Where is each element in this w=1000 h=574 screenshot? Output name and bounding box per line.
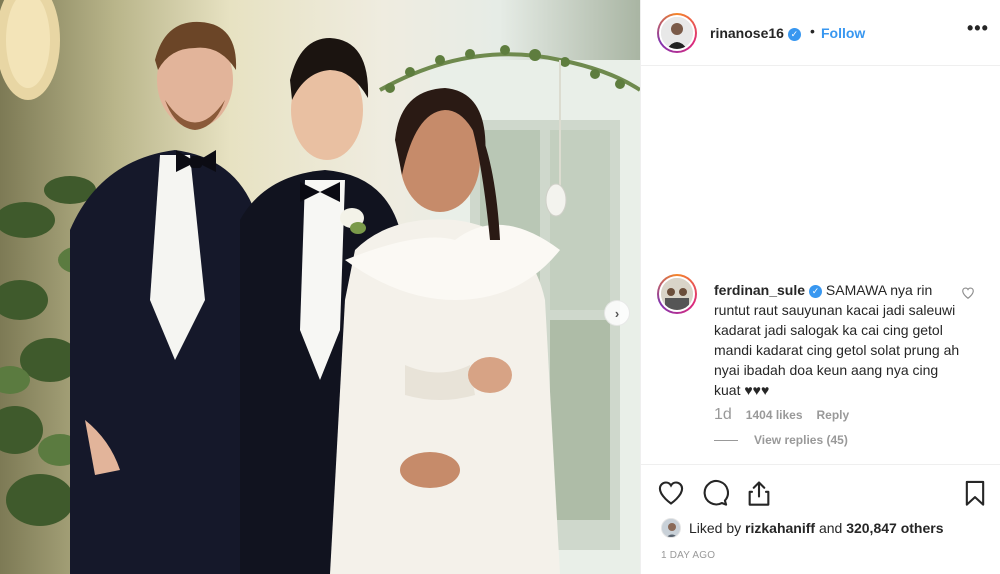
- view-replies-label[interactable]: View replies (45): [754, 433, 848, 447]
- comment-age[interactable]: 1d: [714, 406, 732, 423]
- carousel-next-button[interactable]: ›: [604, 300, 630, 326]
- comment-icon[interactable]: [701, 479, 729, 507]
- liked-by-row: Liked by rizkahaniff and 320,847 others: [661, 518, 944, 538]
- liked-by-and: and: [815, 520, 847, 536]
- follow-button[interactable]: Follow: [821, 25, 865, 41]
- comment-body: SAMAWA nya rin runtut raut sauyunan kaca…: [714, 282, 960, 398]
- liker-avatar-image: [662, 519, 680, 537]
- liker-avatar[interactable]: [661, 518, 681, 538]
- more-options-icon[interactable]: •••: [967, 18, 989, 39]
- commenter-verified-badge-icon: ✓: [809, 285, 823, 298]
- comment-likes-count[interactable]: 1404 likes: [746, 408, 803, 422]
- post-header: rinanose16 ✓ • Follow •••: [641, 0, 1000, 66]
- view-replies-button[interactable]: View replies (45): [714, 433, 848, 447]
- author-avatar-image: [661, 17, 693, 49]
- comment-meta: 1d 1404 likes Reply: [714, 406, 849, 424]
- author-username-row[interactable]: rinanose16 ✓: [710, 25, 801, 41]
- post-side-panel: rinanose16 ✓ • Follow ••• ferdinan_sule ✓ …: [640, 0, 1000, 574]
- comment-text-block: ferdinan_sule ✓ SAMAWA nya rin runtut rau…: [714, 280, 964, 400]
- verified-badge-icon: ✓: [787, 28, 801, 41]
- separator-dot: •: [810, 23, 815, 39]
- likes-count[interactable]: 320,847 others: [846, 520, 943, 536]
- commenter-username[interactable]: ferdinan_sule: [714, 282, 805, 298]
- author-username[interactable]: rinanose16: [710, 25, 784, 41]
- post-timestamp[interactable]: 1 DAY AGO: [661, 550, 715, 561]
- share-icon[interactable]: [745, 479, 773, 507]
- post-actions: Liked by rizkahaniff and 320,847 others …: [641, 464, 1000, 574]
- commenter-avatar[interactable]: [657, 274, 697, 314]
- liker-username[interactable]: rizkahaniff: [745, 520, 815, 536]
- heart-icon[interactable]: [657, 479, 685, 507]
- post-photo[interactable]: ›: [0, 0, 640, 574]
- replies-divider-line: [714, 440, 738, 442]
- commenter-avatar-image: [661, 278, 693, 310]
- author-avatar[interactable]: [657, 13, 697, 53]
- bookmark-icon[interactable]: [961, 479, 989, 507]
- liked-by-prefix: Liked by: [689, 520, 746, 536]
- comment-like-heart-icon[interactable]: [961, 286, 975, 300]
- reply-button[interactable]: Reply: [817, 408, 850, 422]
- wedding-photo-illustration: [0, 0, 640, 574]
